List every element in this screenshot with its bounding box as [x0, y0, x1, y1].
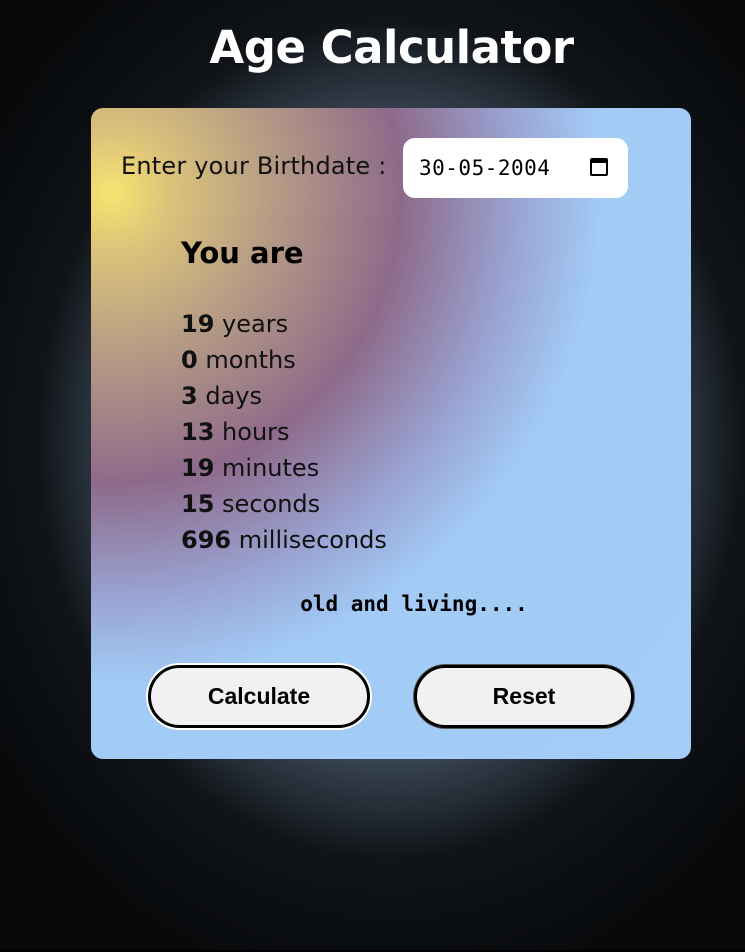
years-value: 19 [181, 310, 215, 338]
seconds-unit: seconds [222, 490, 321, 518]
calendar-icon[interactable] [590, 158, 608, 176]
result-list: 19 years 0 months 3 days 13 hours 19 min… [181, 306, 387, 558]
result-minutes: 19 minutes [181, 450, 387, 486]
result-footer: old and living.... [300, 592, 528, 616]
milliseconds-value: 696 [181, 526, 232, 554]
months-unit: months [205, 346, 296, 374]
birthdate-input[interactable]: 30-05-2004 [403, 138, 628, 198]
years-unit: years [222, 310, 289, 338]
result-months: 0 months [181, 342, 387, 378]
age-calculator-card: Enter your Birthdate : 30-05-2004 You ar… [91, 108, 691, 759]
months-value: 0 [181, 346, 198, 374]
minutes-unit: minutes [222, 454, 320, 482]
birthdate-value[interactable]: 30-05-2004 [419, 156, 550, 180]
birthdate-label: Enter your Birthdate : [121, 152, 387, 180]
result-days: 3 days [181, 378, 387, 414]
result-years: 19 years [181, 306, 387, 342]
page-title: Age Calculator [209, 21, 574, 74]
minutes-value: 19 [181, 454, 215, 482]
days-unit: days [205, 382, 262, 410]
hours-value: 13 [181, 418, 215, 446]
calculate-button[interactable]: Calculate [148, 665, 370, 728]
milliseconds-unit: milliseconds [238, 526, 387, 554]
result-milliseconds: 696 milliseconds [181, 522, 387, 558]
reset-button[interactable]: Reset [414, 665, 634, 728]
result-heading: You are [181, 236, 304, 270]
days-value: 3 [181, 382, 198, 410]
result-hours: 13 hours [181, 414, 387, 450]
seconds-value: 15 [181, 490, 215, 518]
hours-unit: hours [222, 418, 290, 446]
result-seconds: 15 seconds [181, 486, 387, 522]
